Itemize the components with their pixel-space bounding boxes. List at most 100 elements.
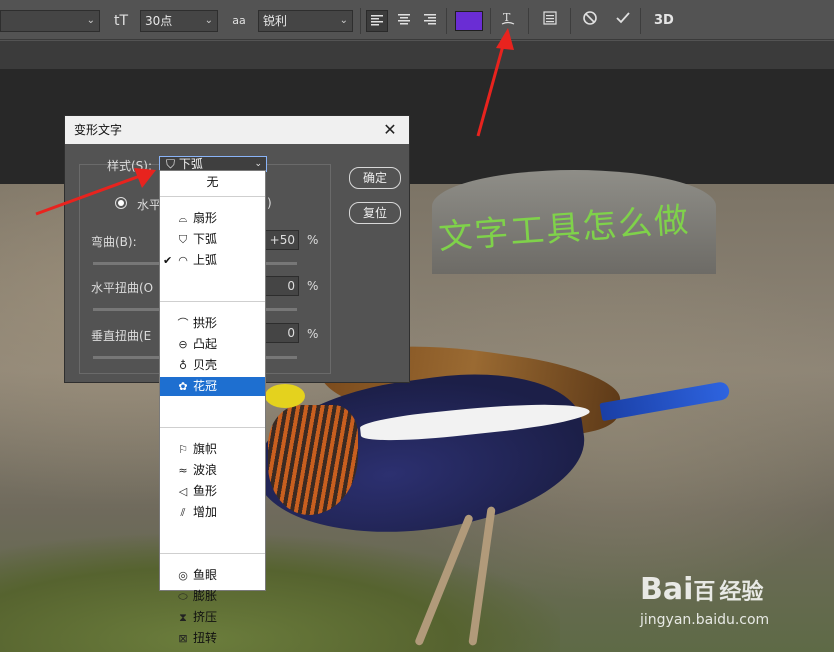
menu-separator [160,553,265,554]
style-option-label: 凸起 [193,337,218,351]
style-option[interactable]: ⫽ 增加 [160,503,265,522]
shell-icon: ♁ [178,359,188,372]
style-select-icon: ⛉ [166,157,179,171]
arc-lower-icon: ⛉ [178,233,188,246]
twist-icon: ⊠ [178,632,188,645]
align-left-icon[interactable] [366,10,388,32]
squeeze-icon: ⧗ [179,611,187,624]
style-option[interactable]: ⬭ 膨胀 [160,587,265,606]
flower-icon: ✿ [178,380,188,393]
menu-separator [160,196,265,197]
style-option-label: 波浪 [193,463,218,477]
warped-text: 文字工具怎么做 [437,200,692,258]
align-right-icon[interactable] [419,10,441,32]
style-option-label: 鱼形 [193,484,218,498]
style-option-label: 扇形 [193,211,218,225]
text-options-bar: ⌄ tT 30点 ⌄ aa 锐利 ⌄ T 3D [0,0,834,40]
bend-input[interactable]: +50 [265,230,299,250]
style-option[interactable]: ⌓ 扇形 [160,209,265,228]
style-option[interactable]: ✔ ◠ 上弧 [160,251,265,270]
style-option[interactable]: ♁ 贝壳 [160,356,265,375]
red-arrow-style [35,168,156,216]
bend-percent: % [307,233,319,247]
rise-icon: ⫽ [180,506,186,519]
chevron-down-icon: ⌄ [86,15,95,26]
fish-icon: ◁ [178,485,188,498]
style-option-label: 增加 [193,505,218,519]
photoshop-window: ⌄ tT 30点 ⌄ aa 锐利 ⌄ T 3D 文字工具怎么做 Bai百 经验 … [0,0,834,652]
align-center-icon[interactable] [393,10,415,32]
ok-button[interactable]: 确定 [349,167,401,189]
style-option[interactable]: ⊖ 凸起 [160,335,265,354]
style-option-label: 扭转 [193,631,218,645]
cancel-icon[interactable] [579,10,601,32]
document-tab-strip [0,41,834,69]
arc-upper-icon: ◠ [178,254,188,267]
arch-icon: ⌒ [177,317,189,330]
bird-neck [265,384,305,408]
style-option[interactable]: ⚐ 旗帜 [160,440,265,459]
baidu-watermark: Bai百 经验 jingyan.baidu.com [640,572,820,632]
character-panel-icon[interactable] [539,10,561,32]
toolbar-separator [528,8,529,34]
check-icon: ✔ [163,254,173,267]
horizontal-distortion-input[interactable]: 0 [265,276,299,296]
style-option[interactable]: ≈ 波浪 [160,461,265,480]
dialog-title: 变形文字 [65,116,409,144]
bend-label: 弯曲(B): [91,235,137,249]
warped-text-layer[interactable]: 文字工具怎么做 [432,170,716,274]
style-option[interactable]: ✿ 花冠 [160,377,265,396]
menu-separator [160,427,265,428]
style-option-label: 拱形 [193,316,218,330]
style-option-label: 旗帜 [193,442,218,456]
horizontal-distortion-percent: % [307,279,319,293]
vertical-distortion-input[interactable]: 0 [265,323,299,343]
reset-button[interactable]: 复位 [349,202,401,224]
font-size-dropdown[interactable]: 30点 ⌄ [140,10,218,32]
bulge-icon: ⊖ [178,338,188,351]
horizontal-distortion-label: 水平扭曲(O [91,281,154,295]
commit-check-icon[interactable] [612,10,634,32]
font-style-dropdown[interactable]: ⌄ [0,10,100,32]
style-option-label: 下弧 [193,232,218,246]
inflate-icon: ⬭ [178,590,188,603]
antialias-value: 锐利 [263,14,288,28]
close-icon[interactable]: ✕ [379,119,401,141]
3d-button[interactable]: 3D [654,10,674,32]
style-option-label: 挤压 [193,610,218,624]
toolbar-separator [446,8,447,34]
style-option-label: 鱼眼 [193,568,218,582]
style-option-label: 花冠 [193,379,218,393]
watermark-logo: Bai百 经验 [640,572,764,607]
style-option[interactable]: ◎ 鱼眼 [160,566,265,585]
style-option[interactable]: ◁ 鱼形 [160,482,265,501]
vertical-label-fragment: ) [267,196,272,210]
watermark-url: jingyan.baidu.com [640,612,770,628]
toolbar-separator [640,8,641,34]
chevron-down-icon: ⌄ [204,15,213,26]
vertical-distortion-label: 垂直扭曲(E [91,329,152,343]
style-dropdown-list: 无 ⌓ 扇形 ⛉ 下弧 ✔ ◠ 上弧 ⌒ 拱形 ⊖ 凸起 ♁ 贝壳 ✿ 花冠 ⚐ 旗帜 ≈ 波浪 ◁ 鱼形 ⫽ 增加 ◎ 鱼眼 ⬭… [159,170,266,645]
chevron-down-icon: ⌄ [339,15,348,26]
vertical-distortion-percent: % [307,327,319,341]
antialias-icon: aa [232,14,246,27]
style-option-none[interactable]: 无 [160,173,265,192]
toolbar-separator [570,8,571,34]
style-option-label: 贝壳 [193,358,218,372]
style-option[interactable]: ⊠ 扭转 [160,629,265,648]
font-size-value: 30点 [145,14,173,28]
red-arrow-warp [476,28,514,137]
antialias-dropdown[interactable]: 锐利 ⌄ [258,10,353,32]
style-option[interactable]: ⌒ 拱形 [160,314,265,333]
flag-icon: ⚐ [178,443,188,456]
style-option[interactable]: ⛉ 下弧 [160,230,265,249]
chevron-down-icon: ⌄ [254,159,262,169]
style-option-label: 膨胀 [193,589,218,603]
style-option[interactable]: ⧗ 挤压 [160,608,265,627]
wave-icon: ≈ [178,464,188,477]
arc-icon: ⌓ [178,212,188,225]
font-size-icon: tT [113,13,129,29]
style-option-label: 上弧 [193,253,218,267]
toolbar-separator [360,8,361,34]
fisheye-icon: ◎ [178,569,188,582]
